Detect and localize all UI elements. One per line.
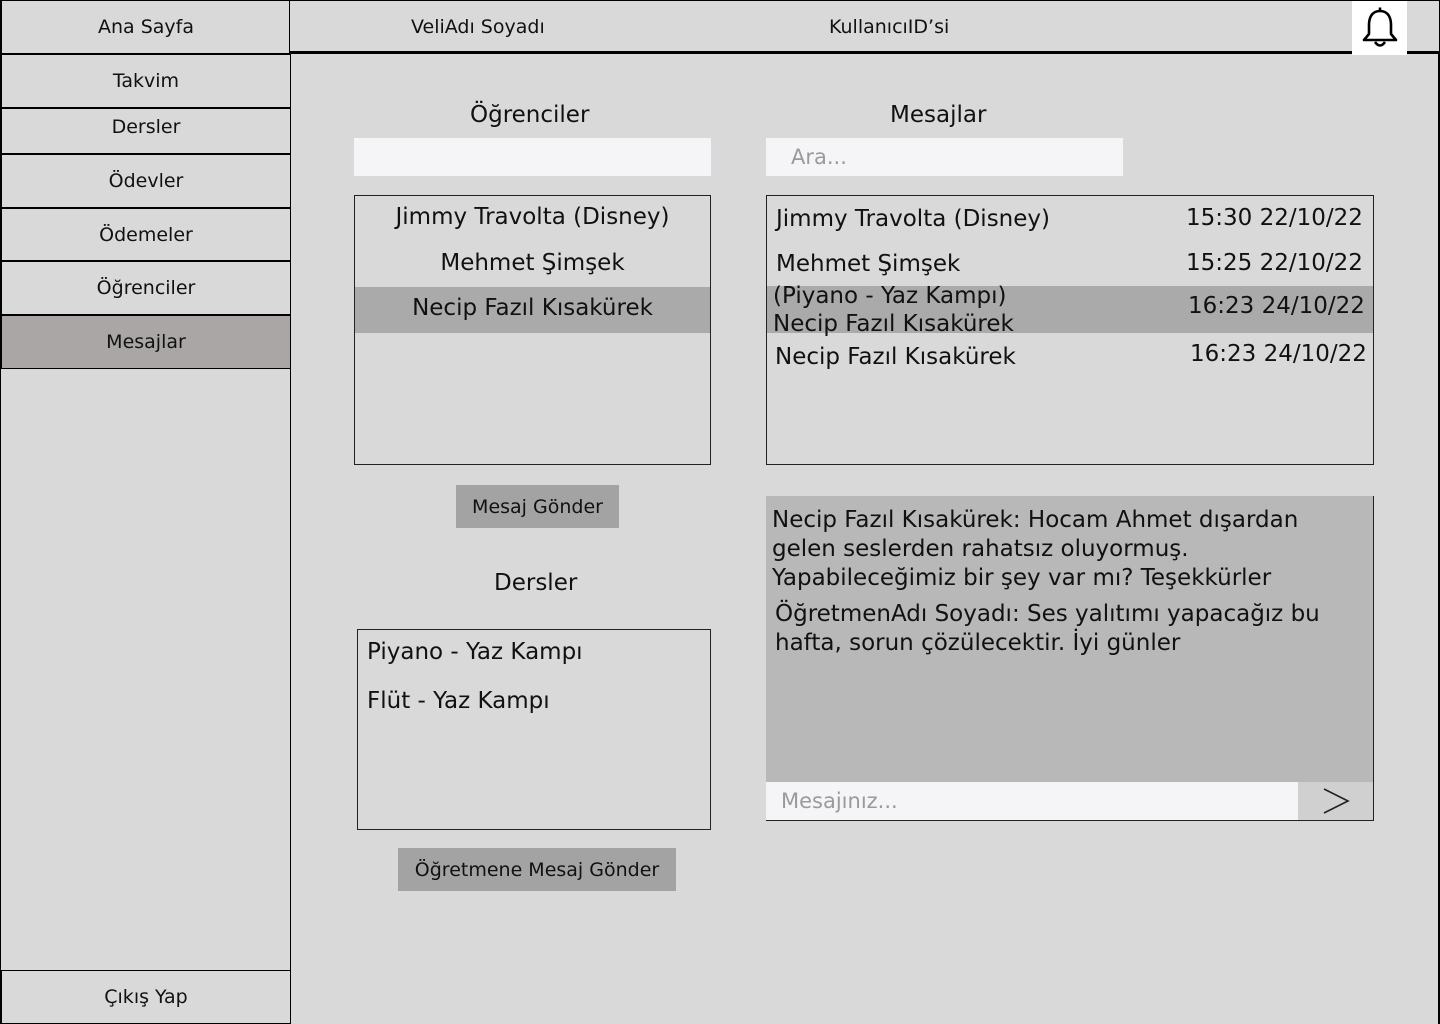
chat-message: ÖğretmenAdı Soyadı: Ses yalıtımı yapacağ…	[775, 600, 1320, 658]
chat-line: Yapabileceğimiz bir şey var mı? Teşekkür…	[772, 565, 1272, 591]
table-row[interactable]: Jimmy Travolta (Disney) 15:30 22/10/22	[767, 196, 1373, 242]
list-item[interactable]: Piyano - Yaz Kampı	[367, 639, 583, 665]
sidebar-item-calendar[interactable]: Takvim	[1, 54, 291, 108]
chat-line: ÖğretmenAdı Soyadı: Ses yalıtımı yapacağ…	[775, 601, 1320, 627]
sidebar-item-label: Takvim	[112, 70, 180, 92]
table-row[interactable]: Mehmet Şimşek 15:25 22/10/22	[767, 242, 1373, 286]
student-name: Jimmy Travolta (Disney)	[395, 204, 670, 230]
list-item[interactable]: Mehmet Şimşek	[355, 250, 710, 290]
message-teacher-label: Öğretmene Mesaj Gönder	[414, 858, 660, 881]
chat-line: gelen seslerden rahatsız oluyormuş.	[772, 536, 1189, 562]
message-time: 15:25 22/10/22	[1186, 250, 1363, 276]
sidebar-item-courses[interactable]: Dersler	[1, 108, 291, 154]
sidebar-item-label: Öğrenciler	[96, 277, 196, 299]
notifications-button[interactable]	[1352, 1, 1407, 55]
sidebar-item-students[interactable]: Öğrenciler	[1, 261, 291, 315]
messages-title: Mesajlar	[890, 102, 987, 128]
sidebar-item-label: Ana Sayfa	[97, 16, 194, 38]
top-header: VeliAdı Soyadı KullanıcıID’si	[289, 0, 1440, 55]
message-teacher-button[interactable]: Öğretmene Mesaj Gönder	[398, 848, 676, 891]
user-id: KullanıcıID’si	[829, 16, 950, 38]
sidebar-item-messages[interactable]: Mesajlar	[1, 315, 291, 369]
chat-line: hafta, sorun çözülecektir. İyi günler	[775, 630, 1181, 656]
message-time: 15:30 22/10/22	[1186, 205, 1363, 231]
sidebar-item-label: Dersler	[111, 116, 181, 138]
chevron-right-icon	[1323, 788, 1350, 814]
messages-search-input[interactable]	[766, 138, 1123, 176]
logout-label: Çıkış Yap	[104, 986, 188, 1008]
sidebar-item-home[interactable]: Ana Sayfa	[1, 0, 291, 54]
courses-title: Dersler	[494, 570, 578, 596]
send-message-label: Mesaj Gönder	[472, 495, 603, 518]
message-sender: Mehmet Şimşek	[776, 251, 961, 277]
sidebar-item-homework[interactable]: Ödevler	[1, 154, 291, 208]
bell-icon	[1362, 7, 1397, 47]
parent-name: VeliAdı Soyadı	[411, 16, 545, 38]
message-time: 16:23 24/10/22	[1188, 293, 1365, 319]
students-list: Jimmy Travolta (Disney) Mehmet Şimşek Ne…	[354, 195, 711, 465]
message-input[interactable]	[766, 782, 1298, 820]
courses-list: Piyano - Yaz Kampı Flüt - Yaz Kampı	[357, 629, 711, 830]
message-time: 16:23 24/10/22	[1190, 341, 1367, 367]
students-search-input[interactable]	[354, 138, 711, 176]
logout-button[interactable]: Çıkış Yap	[1, 970, 291, 1024]
message-sender: Jimmy Travolta (Disney)	[776, 206, 1050, 232]
sidebar-item-label: Mesajlar	[106, 331, 186, 353]
messages-list: Jimmy Travolta (Disney) 15:30 22/10/22 M…	[766, 195, 1374, 465]
table-row[interactable]: Necip Fazıl Kısakürek 16:23 24/10/22	[767, 333, 1373, 379]
chat-line: Necip Fazıl Kısakürek: Hocam Ahmet dışar…	[772, 507, 1299, 533]
send-message-button[interactable]: Mesaj Gönder	[456, 485, 619, 528]
chat-window: Necip Fazıl Kısakürek: Hocam Ahmet dışar…	[766, 496, 1374, 821]
sidebar-item-label: Ödemeler	[99, 223, 193, 246]
list-item[interactable]: Flüt - Yaz Kampı	[367, 688, 550, 714]
table-row-selected[interactable]: (Piyano - Yaz Kampı) Necip Fazıl Kısakür…	[767, 283, 1373, 337]
student-name: Necip Fazıl Kısakürek	[412, 295, 653, 321]
sidebar-item-payments[interactable]: Ödemeler	[1, 208, 291, 261]
student-name: Mehmet Şimşek	[440, 250, 625, 276]
list-item-selected[interactable]: Necip Fazıl Kısakürek	[355, 287, 710, 333]
students-title: Öğrenciler	[470, 102, 590, 128]
message-sender: Necip Fazıl Kısakürek	[775, 344, 1016, 370]
sidebar: Ana Sayfa Takvim Dersler Ödevler Ödemele…	[0, 0, 291, 1024]
chat-message: Necip Fazıl Kısakürek: Hocam Ahmet dışar…	[772, 506, 1298, 593]
sidebar-item-label: Ödevler	[108, 170, 184, 192]
message-course: (Piyano - Yaz Kampı)	[773, 283, 1007, 309]
send-button[interactable]	[1298, 782, 1373, 820]
list-item[interactable]: Jimmy Travolta (Disney)	[355, 204, 710, 244]
